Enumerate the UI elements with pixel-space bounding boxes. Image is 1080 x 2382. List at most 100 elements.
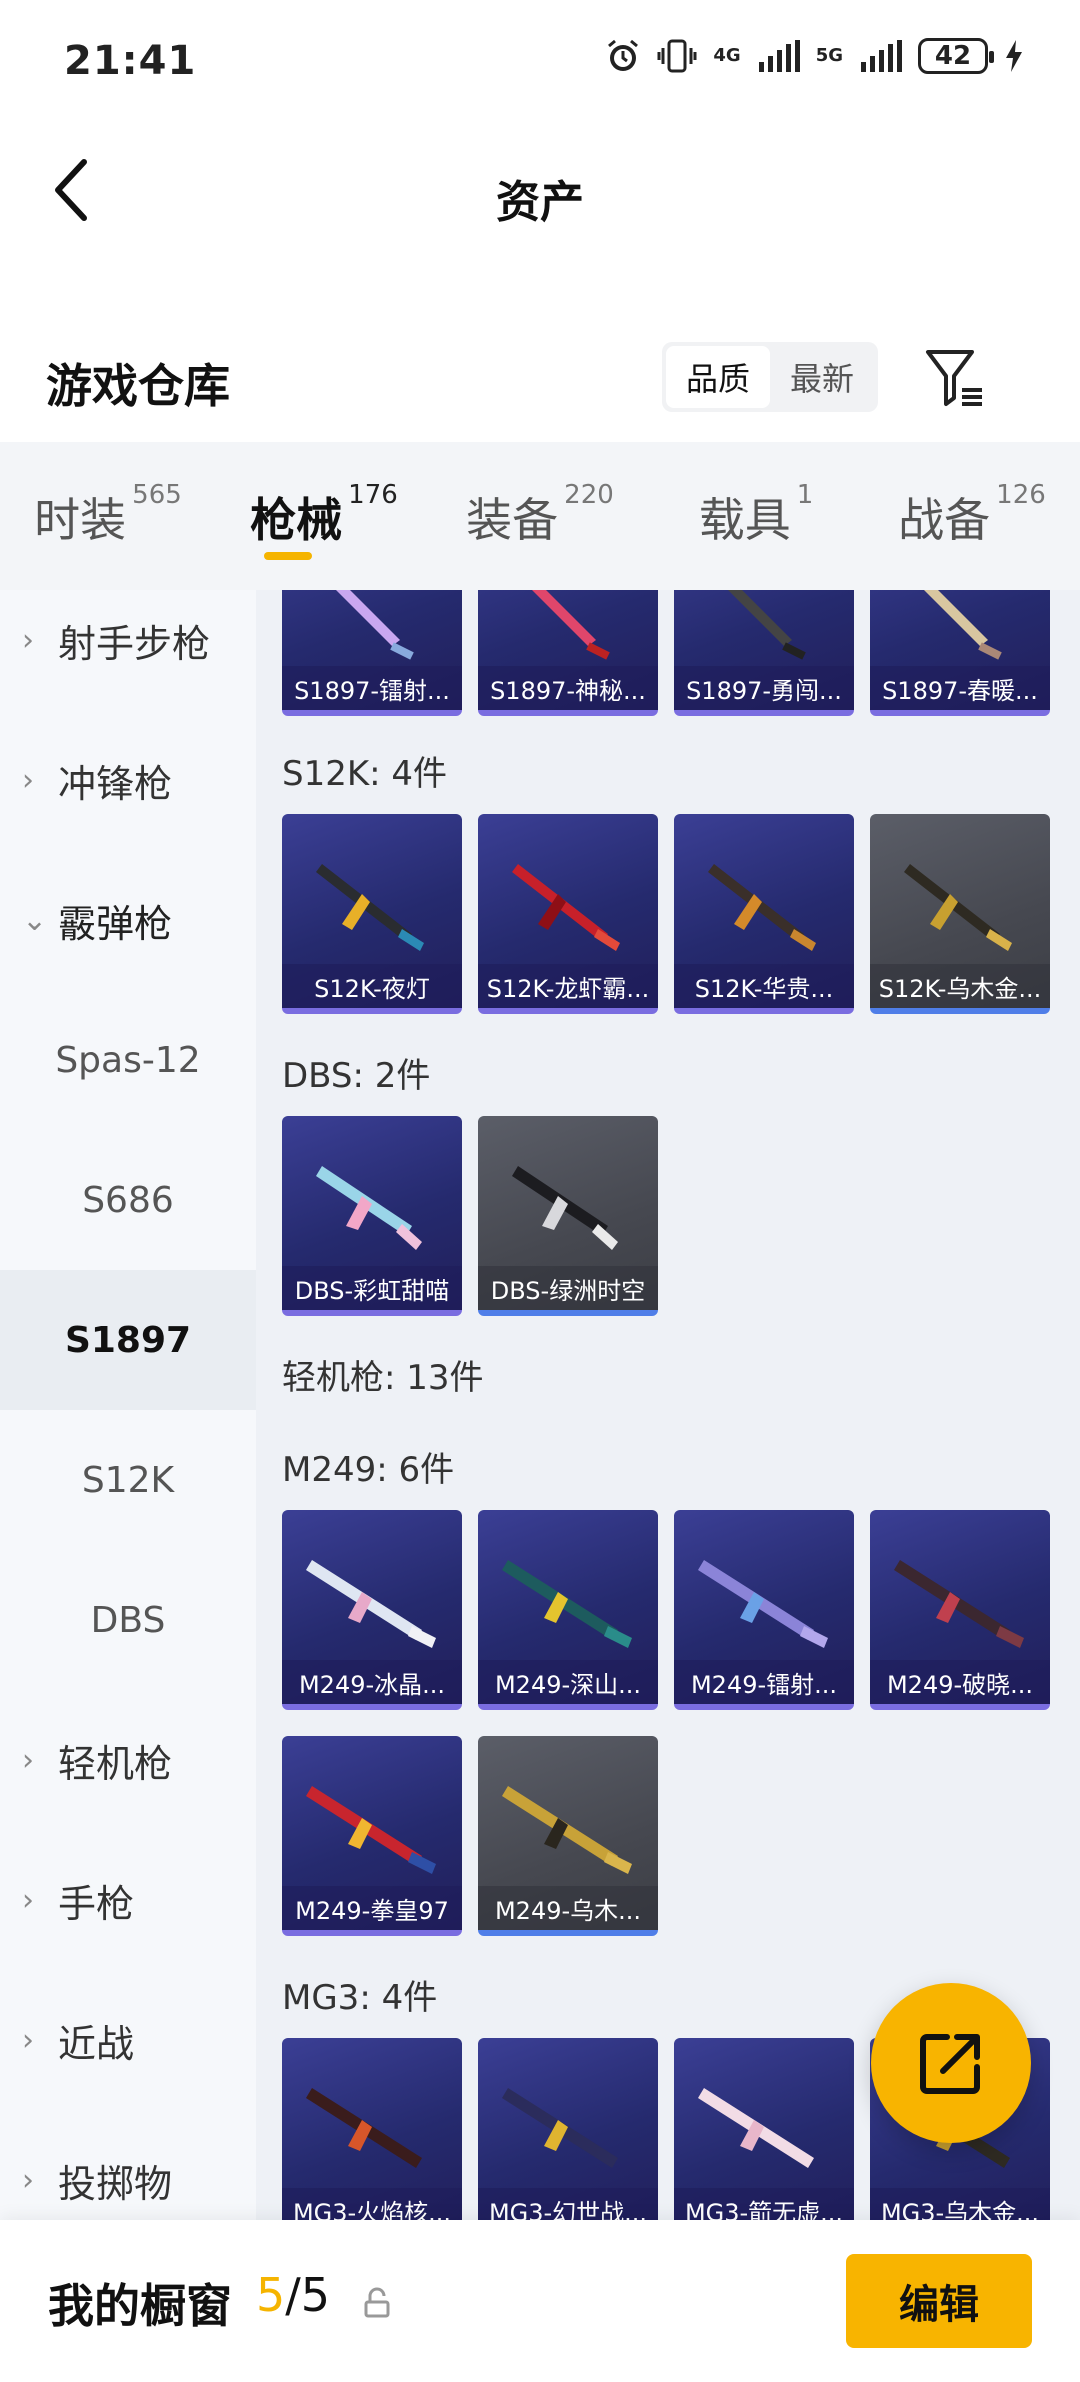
shotgun-icon [924, 590, 1002, 660]
sidebar-item-melee[interactable]: › 近战 [0, 1970, 256, 2110]
weapon-card[interactable]: S1897-勇闯... [674, 590, 854, 716]
battery-level: 42 [934, 41, 972, 71]
sort-quality-button[interactable]: 品质 [666, 346, 770, 408]
weapon-card[interactable]: M249-拳皇97 [282, 1736, 462, 1936]
sidebar-item-label: 手枪 [58, 1881, 135, 1926]
signal-icon [758, 40, 800, 72]
rifle-icon [512, 864, 620, 951]
sidebar-item-label: 轻机枪 [58, 1741, 173, 1786]
machine-gun-icon [698, 2088, 814, 2168]
chevron-down-icon: ⌄ [22, 902, 48, 938]
sidebar-subitem-dbs[interactable]: DBS [0, 1550, 256, 1690]
weapon-card[interactable]: S1897-神秘... [478, 590, 658, 716]
weapon-card[interactable]: S1897-春暖... [870, 590, 1050, 716]
weapon-card[interactable]: S1897-镭射... [282, 590, 462, 716]
weapon-card[interactable]: S12K-乌木金... [870, 814, 1050, 1014]
sidebar-item-throwables[interactable]: › 投掷物 [0, 2110, 256, 2220]
group-label-m249: M249: 6件 [282, 1450, 455, 1490]
tab-label: 装备 [466, 493, 559, 547]
showcase-count: 5/5 [256, 2268, 330, 2322]
weapon-card[interactable]: M249-镭射... [674, 1510, 854, 1710]
app-header: 资产 [0, 120, 1080, 265]
tab-firearms[interactable]: 枪械 176 [216, 442, 432, 590]
weapon-card[interactable]: S12K-夜灯 [282, 814, 462, 1014]
card-label: M249-深山... [478, 1660, 658, 1704]
sidebar-item-smg[interactable]: › 冲锋枪 [0, 710, 256, 850]
weapon-card[interactable]: S12K-龙虾霸... [478, 814, 658, 1014]
rifle-icon [708, 864, 816, 951]
weapon-card[interactable]: S12K-华贵... [674, 814, 854, 1014]
card-label: S1897-神秘... [478, 666, 658, 710]
sidebar-subitem-spas12[interactable]: Spas-12 [0, 990, 256, 1130]
tab-count: 565 [132, 480, 182, 510]
chevron-right-icon: › [22, 2022, 34, 2058]
shotgun-icon [316, 1166, 422, 1250]
machine-gun-icon [502, 1786, 632, 1874]
tab-label: 载具 [698, 493, 791, 547]
chevron-right-icon: › [22, 622, 34, 658]
tab-supplies[interactable]: 战备 126 [864, 442, 1080, 590]
card-label: S1897-勇闯... [674, 666, 854, 710]
shotgun-icon [728, 590, 806, 660]
card-label: M249-镭射... [674, 1660, 854, 1704]
showcase-bar: 我的橱窗 5/5 编辑 [0, 2220, 1080, 2382]
card-label: M249-冰晶... [282, 1660, 462, 1704]
sidebar-item-label: S1897 [64, 1319, 192, 1361]
sidebar-item-label: 近战 [58, 2021, 135, 2066]
sidebar-item-label: S686 [82, 1179, 174, 1221]
tab-fashion[interactable]: 时装 565 [0, 442, 216, 590]
machine-gun-icon [894, 1560, 1024, 1648]
status-time: 21:41 [64, 38, 197, 84]
weapon-type-sidebar: › 射手步枪 › 冲锋枪 ⌄ 霰弹枪 Spas-12 S686 S1897 S12K … [0, 590, 256, 2220]
card-label: M249-乌木... [478, 1886, 658, 1930]
sort-latest-button[interactable]: 最新 [770, 346, 874, 408]
card-label: S12K-夜灯 [282, 964, 462, 1008]
weapon-card[interactable]: MG3-幻世战... [478, 2038, 658, 2220]
weapon-card[interactable]: M249-破晓... [870, 1510, 1050, 1710]
sidebar-item-label: 冲锋枪 [58, 761, 173, 806]
tab-equipment[interactable]: 装备 220 [432, 442, 648, 590]
sidebar-item-pistol[interactable]: › 手枪 [0, 1830, 256, 1970]
chevron-right-icon: › [22, 1742, 34, 1778]
sidebar-item-lmg[interactable]: › 轻机枪 [0, 1690, 256, 1830]
chevron-right-icon: › [22, 1882, 34, 1918]
weapon-card[interactable]: MG3-箭无虚... [674, 2038, 854, 2220]
weapon-card[interactable]: DBS-绿洲时空 [478, 1116, 658, 1316]
sidebar-subitem-s686[interactable]: S686 [0, 1130, 256, 1270]
lock-icon [364, 2287, 390, 2318]
machine-gun-icon [698, 1560, 828, 1648]
page-title: 资产 [496, 177, 584, 228]
sidebar-item-label: Spas-12 [55, 1039, 201, 1081]
card-label: MG3-火焰核... [282, 2188, 462, 2220]
signal-icon [861, 40, 902, 72]
sidebar-item-label: DBS [90, 1599, 166, 1641]
machine-gun-icon [306, 1560, 436, 1648]
weapon-card[interactable]: MG3-火焰核... [282, 2038, 462, 2220]
weapon-card[interactable]: M249-深山... [478, 1510, 658, 1710]
weapon-card[interactable]: DBS-彩虹甜喵 [282, 1116, 462, 1316]
sidebar-subitem-s12k[interactable]: S12K [0, 1410, 256, 1550]
group-label-dbs: DBS: 2件 [282, 1056, 431, 1096]
tab-count: 1 [796, 480, 814, 510]
weapon-grid: S1897-镭射... S1897-神秘... S1897-勇闯... S189… [256, 590, 1080, 2220]
tab-label: 时装 [34, 493, 127, 547]
card-label: MG3-箭无虚... [674, 2188, 854, 2220]
machine-gun-icon [306, 1786, 436, 1874]
tab-count: 220 [564, 480, 614, 510]
weapon-card[interactable]: M249-乌木... [478, 1736, 658, 1936]
showcase-count-current: 5 [256, 2268, 286, 2322]
weapon-card[interactable]: M249-冰晶... [282, 1510, 462, 1710]
battery-icon: 42 [918, 38, 994, 74]
share-button[interactable] [871, 1983, 1031, 2143]
card-label: MG3-乌木金... [870, 2188, 1050, 2220]
sidebar-item-shotgun[interactable]: ⌄ 霰弹枪 [0, 850, 256, 990]
tab-label: 战备 [898, 493, 991, 547]
tab-label: 枪械 [250, 493, 343, 547]
vibrate-icon [657, 39, 697, 73]
sidebar-item-marksman-rifle[interactable]: › 射手步枪 [0, 590, 256, 710]
filter-button[interactable] [922, 344, 988, 410]
edit-button[interactable]: 编辑 [846, 2254, 1032, 2348]
sidebar-subitem-s1897[interactable]: S1897 [0, 1270, 256, 1410]
network-5g-label: 5G [815, 45, 843, 66]
tab-vehicles[interactable]: 载具 1 [648, 442, 864, 590]
